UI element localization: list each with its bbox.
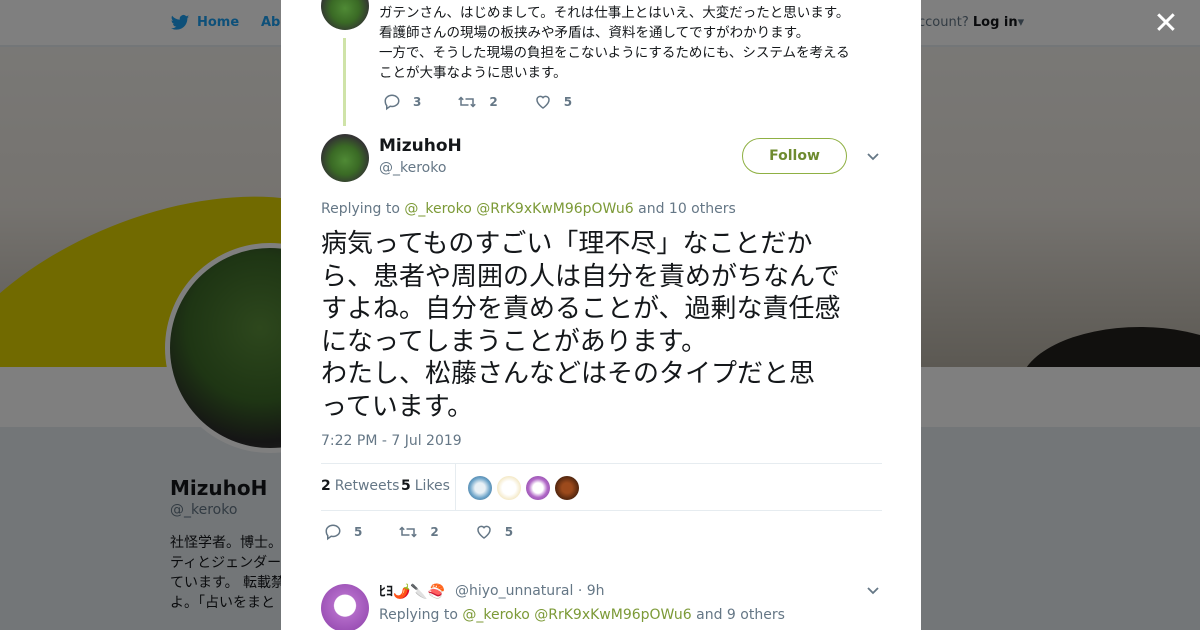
- retweets-stat-label: Retweets: [334, 478, 400, 494]
- liker-avatar[interactable]: [526, 476, 550, 500]
- close-icon[interactable]: ✕: [1152, 9, 1180, 39]
- retweets-stat-count: 2: [321, 478, 331, 494]
- tweet-actions: 5 2 5: [324, 523, 549, 541]
- retweet-button[interactable]: 2: [398, 523, 439, 541]
- tweet-stats: 2 Retweets 5 Likes: [321, 463, 882, 511]
- reply-button[interactable]: 5: [324, 523, 362, 541]
- tweet-modal: ガテンさん、はじめまして。それは仕事上とはいえ、大変だったと思います。 看護師さ…: [281, 0, 921, 630]
- replying-to: Replying to @_keroko @RrK9xKwM96pOWu6 an…: [321, 201, 736, 217]
- author-name[interactable]: MizuhoH: [379, 136, 462, 156]
- likes-stat-count: 5: [401, 478, 411, 494]
- retweet-button[interactable]: 2: [457, 93, 498, 111]
- thread-connector: [343, 38, 346, 126]
- stats-divider: [455, 464, 456, 510]
- reply-icon: [384, 94, 400, 111]
- chevron-down-icon[interactable]: [866, 585, 880, 597]
- reply-replying-to: Replying to @_keroko @RrK9xKwM96pOWu6 an…: [379, 607, 785, 623]
- liker-avatar[interactable]: [497, 476, 521, 500]
- liker-avatar[interactable]: [555, 476, 579, 500]
- like-button[interactable]: 5: [475, 523, 513, 541]
- author-handle[interactable]: @_keroko: [379, 160, 446, 176]
- replying-handles-link[interactable]: @_keroko @RrK9xKwM96pOWu6: [404, 201, 633, 217]
- reply-author-name[interactable]: ﾋﾖ🌶️🔪🍣: [379, 581, 445, 601]
- previous-tweet-text: ガテンさん、はじめまして。それは仕事上とはいえ、大変だったと思います。 看護師さ…: [379, 5, 850, 81]
- likes-stat-label: Likes: [414, 478, 450, 494]
- retweet-icon: [458, 96, 477, 108]
- like-count: 5: [563, 95, 573, 109]
- like-button[interactable]: 5: [534, 93, 572, 111]
- reply-time[interactable]: · 9h: [578, 583, 605, 599]
- retweets-stat[interactable]: 2 Retweets: [321, 478, 399, 494]
- retweet-count: 2: [430, 525, 439, 539]
- likes-stat[interactable]: 5 Likes: [401, 478, 450, 494]
- reply-handle-text[interactable]: @hiyo_unnatural: [455, 583, 573, 599]
- tweet-text: 病気ってものすごい「理不尽」なことだか ら、患者や周囲の人は自分を責めがちなんで…: [321, 229, 841, 422]
- avatar[interactable]: [321, 134, 369, 182]
- replying-handles-link[interactable]: @_keroko @RrK9xKwM96pOWu6: [462, 607, 691, 623]
- avatar[interactable]: [321, 0, 369, 30]
- like-icon: [535, 95, 550, 109]
- retweet-count: 2: [489, 95, 498, 109]
- reply-icon: [325, 524, 341, 541]
- replying-others-link[interactable]: and 9 others: [696, 607, 785, 623]
- like-icon: [476, 525, 491, 539]
- reply-count: 5: [354, 525, 363, 539]
- chevron-down-icon[interactable]: [866, 151, 880, 163]
- reply-author-handle: @hiyo_unnatural · 9h: [455, 583, 605, 599]
- follow-button[interactable]: Follow: [742, 138, 847, 174]
- reply-count: 3: [413, 95, 422, 109]
- replying-others-link[interactable]: and 10 others: [638, 201, 736, 217]
- retweet-icon: [399, 526, 418, 538]
- replying-prefix: Replying to: [379, 607, 458, 623]
- tweet-timestamp[interactable]: 7:22 PM - 7 Jul 2019: [321, 433, 462, 449]
- previous-tweet-actions: 3 2 5: [383, 93, 608, 111]
- reply-button[interactable]: 3: [383, 93, 421, 111]
- avatar[interactable]: [321, 584, 369, 630]
- liker-avatar[interactable]: [468, 476, 492, 500]
- replying-prefix: Replying to: [321, 201, 400, 217]
- like-count: 5: [504, 525, 514, 539]
